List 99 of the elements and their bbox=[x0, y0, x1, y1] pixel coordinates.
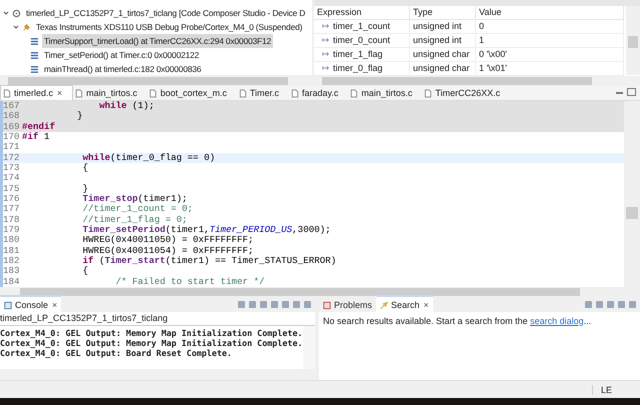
console-title: timerled_LP_CC1352P7_1_tirtos7_ticlang bbox=[0, 312, 315, 326]
table-cell: 0 '\x00' bbox=[476, 48, 624, 62]
table-cell: timer_0_count bbox=[333, 34, 390, 47]
search-dialog-link[interactable]: search dialog bbox=[530, 316, 584, 326]
stack-frame-item[interactable]: Timer_setPeriod() at Timer.c:0 0x00002122 bbox=[42, 48, 201, 62]
chevron-icon[interactable] bbox=[12, 23, 20, 31]
panel-tab[interactable]: Search × bbox=[376, 295, 433, 313]
line-number: 182 bbox=[3, 256, 21, 266]
editor-tab[interactable]: boot_cortex_m.c bbox=[147, 86, 237, 100]
editor-tab[interactable]: main_tirtos.c bbox=[348, 86, 422, 100]
code-line: while(timer_0_flag == 0) bbox=[82, 152, 215, 163]
file-icon bbox=[424, 88, 432, 98]
plug-icon bbox=[22, 22, 31, 32]
column-header[interactable]: Value bbox=[476, 6, 624, 20]
code-line: HWREG(0x40011050) = 0xFFFFFFFF; bbox=[82, 235, 254, 246]
line-number: 170 bbox=[3, 132, 21, 142]
expression-icon bbox=[322, 51, 330, 58]
code-line: //timer_1_count = 0; bbox=[82, 204, 193, 215]
line-number: 173 bbox=[3, 162, 21, 174]
expression-icon bbox=[322, 65, 330, 72]
horizontal-scrollbar[interactable] bbox=[314, 76, 640, 86]
code-line: Timer_setPeriod(timer1,Timer_PERIOD_US,3000); bbox=[82, 224, 331, 235]
line-number: 183 bbox=[3, 266, 21, 277]
maximize-icon[interactable] bbox=[627, 88, 636, 96]
column-header[interactable]: Type bbox=[410, 6, 476, 20]
stack-frame-icon bbox=[30, 64, 39, 74]
line-number: 171 bbox=[3, 142, 21, 153]
code-line: HWREG(0x40011054) = 0xFFFFFFFF; bbox=[82, 246, 254, 256]
line-number: 184 bbox=[3, 276, 21, 287]
console-line: Cortex_M4_0: GEL Output: Board Reset Complete. bbox=[0, 348, 233, 358]
close-icon[interactable]: × bbox=[424, 300, 429, 310]
code-line: while (1); bbox=[98, 101, 154, 112]
line-number: 168 bbox=[3, 111, 21, 122]
horizontal-scrollbar[interactable] bbox=[0, 369, 315, 380]
column-header[interactable]: Expression bbox=[314, 6, 410, 20]
line-number: 167 bbox=[3, 101, 21, 112]
file-icon bbox=[149, 88, 158, 98]
code-line: Timer_stop(timer1); bbox=[82, 194, 188, 204]
status-encoding: LE bbox=[592, 384, 620, 394]
code-line: /* Failed to start timer */ bbox=[114, 276, 265, 287]
table-cell: timer_0_flag bbox=[333, 62, 383, 75]
line-number: 181 bbox=[3, 246, 21, 256]
file-icon bbox=[350, 88, 358, 98]
close-icon[interactable]: × bbox=[57, 88, 62, 98]
code-line: { bbox=[82, 162, 88, 174]
stack-frame-item[interactable]: mainThread() at timerled.c:182 0x00000836 bbox=[42, 62, 204, 75]
line-number: 174 bbox=[3, 173, 21, 184]
search-message: No search results available. Start a search from the search dialog... bbox=[322, 315, 592, 328]
editor-tab[interactable]: TimerCC26XX.c bbox=[422, 86, 510, 100]
code-line: //timer_1_flag = 0; bbox=[82, 214, 188, 225]
stack-frame-icon bbox=[30, 36, 39, 46]
vertical-scrollbar[interactable] bbox=[303, 326, 315, 369]
console-tab[interactable]: Console × bbox=[0, 295, 62, 313]
table-cell: unsigned int bbox=[410, 34, 476, 48]
editor-tab[interactable]: main_tirtos.c bbox=[73, 86, 148, 100]
code-line: #if 1 bbox=[22, 132, 50, 142]
file-icon bbox=[291, 88, 300, 98]
chevron-icon[interactable] bbox=[2, 9, 10, 17]
editor-tab[interactable]: faraday.c bbox=[289, 86, 348, 100]
code-line: #endif bbox=[22, 122, 56, 132]
expression-icon bbox=[322, 37, 330, 44]
stack-frame-item[interactable]: TimerSupport_timerLoad() at TimerCC26XX.c:294 0x00003F12 bbox=[42, 34, 274, 48]
tree-item[interactable]: timerled_LP_CC1352P7_1_tirtos7_ticlang [Code Composer Studio - Device D bbox=[24, 6, 308, 20]
editor-tab[interactable]: Timer.c bbox=[236, 86, 290, 100]
file-icon bbox=[3, 88, 11, 98]
problems-icon bbox=[323, 300, 331, 310]
panel-tab[interactable]: Problems bbox=[319, 295, 376, 313]
gear-icon bbox=[12, 8, 21, 18]
code-line: } bbox=[76, 111, 83, 122]
tree-item[interactable]: Texas Instruments XDS110 USB Debug Probe/Cortex_M4_0 (Suspended) bbox=[34, 20, 304, 34]
line-number: 176 bbox=[3, 194, 21, 204]
stack-frame-icon bbox=[30, 50, 39, 60]
line-number: 175 bbox=[3, 184, 21, 194]
table-cell: unsigned char bbox=[410, 48, 476, 62]
flashlight-icon bbox=[380, 300, 388, 310]
table-cell: unsigned int bbox=[410, 20, 476, 34]
file-icon bbox=[238, 88, 247, 98]
expression-icon bbox=[322, 23, 330, 30]
code-line: { bbox=[82, 266, 88, 277]
console-icon bbox=[4, 300, 12, 310]
line-number: 177 bbox=[3, 204, 21, 215]
line-number: 180 bbox=[3, 235, 21, 246]
table-cell: timer_1_flag bbox=[333, 48, 383, 61]
table-cell: timer_1_count bbox=[333, 20, 390, 33]
line-number: 172 bbox=[3, 152, 21, 163]
vertical-scrollbar[interactable] bbox=[624, 101, 640, 287]
console-line: Cortex_M4_0: GEL Output: Memory Map Initialization Complete. bbox=[0, 328, 303, 338]
code-line: } bbox=[82, 184, 88, 194]
horizontal-scrollbar[interactable] bbox=[0, 75, 312, 86]
console-line: Cortex_M4_0: GEL Output: Memory Map Initialization Complete. bbox=[0, 338, 303, 348]
code-line: if (Timer_start(timer1) == Timer_STATUS_ERROR) bbox=[82, 256, 336, 266]
vertical-scrollbar[interactable] bbox=[626, 6, 640, 75]
close-icon[interactable]: × bbox=[52, 300, 58, 310]
line-number: 178 bbox=[3, 214, 21, 225]
table-cell: 1 bbox=[476, 34, 624, 48]
table-cell: 0 bbox=[476, 20, 624, 34]
editor-tab[interactable]: timerled.c × bbox=[0, 85, 74, 100]
line-number: 179 bbox=[3, 224, 21, 236]
line-number: 169 bbox=[3, 122, 21, 132]
